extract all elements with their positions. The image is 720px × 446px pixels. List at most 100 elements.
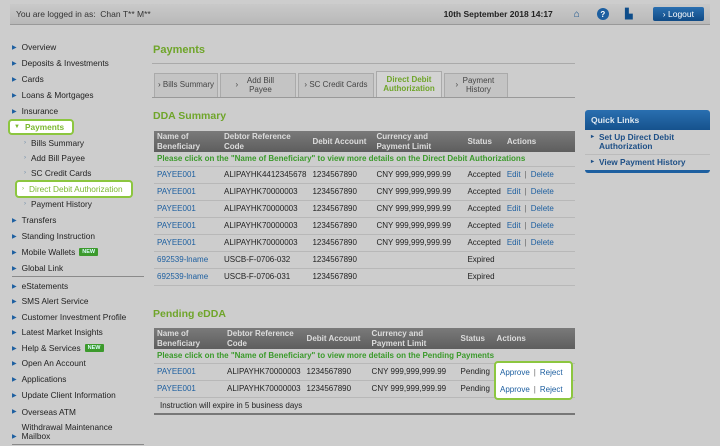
delete-link[interactable]: Delete [531,204,554,213]
delete-link[interactable]: Delete [531,170,554,179]
sidebar-divider [12,444,144,445]
approve-link[interactable]: Approve [500,368,530,377]
sidebar-item-payments[interactable]: ▼ Payments [8,119,75,135]
delete-link[interactable]: Delete [531,187,554,196]
sidebar-item-applications[interactable]: ▶ Applications [8,374,66,384]
sidebar-item-mailbox[interactable]: ▶ Mailbox [8,431,50,441]
sidebar-sub-add-bill-payee[interactable]: › Add Bill Payee [20,153,85,163]
tabs-divider [152,97,575,98]
dda-summary-title: DDA Summary [153,110,227,122]
home-icon[interactable]: ⌂ [571,8,583,20]
pending-actions-row: Approve | Reject [500,368,563,377]
edit-link[interactable]: Edit [507,187,521,196]
beneficiary-link-cell: PAYEE001 [154,234,221,252]
debit-account-cell: 1234567890 [309,217,374,235]
beneficiary-link-cell: PAYEE001 [154,380,224,398]
edit-link[interactable]: Edit [507,238,521,247]
payment-limit-cell: CNY 999,999,999.99 [373,200,465,218]
dda-note: Please click on the "Name of Beneficiary… [154,152,575,167]
beneficiary-link[interactable]: PAYEE001 [157,187,196,196]
quick-links-panel: Quick Links Set Up Direct Debit Authoriz… [585,110,710,174]
status-cell: Accepted [464,234,504,252]
table-row: 692539-lname USCB-F-0706-031 1234567890 Exp… [154,268,575,286]
approve-link[interactable]: Approve [500,385,530,394]
logout-button[interactable]: › Logout [652,7,704,21]
quick-link-payment-history[interactable]: View Payment History [585,155,710,170]
beneficiary-link[interactable]: PAYEE001 [157,384,196,393]
delete-link[interactable]: Delete [531,238,554,247]
table-header: Name of Beneficiary Debtor Reference Cod… [154,131,575,152]
reject-link[interactable]: Reject [540,368,563,377]
beneficiary-link[interactable]: 692539-lname [157,255,208,264]
pending-actions-row: Approve | Reject [500,385,563,394]
sidebar-item-loans[interactable]: ▶ Loans & Mortgages [8,90,94,100]
payment-limit-cell: CNY 999,999,999.99 [368,363,458,381]
sidebar-item-estatements[interactable]: ▶ eStatements [8,281,68,291]
payment-limit-cell: CNY 999,999,999.99 [373,217,465,235]
datetime: 10th September 2018 14:17 [443,9,553,19]
table-row: PAYEE001 ALIPAYHK70000003 1234567890 CNY 99… [154,183,575,201]
sidebar-item-insurance[interactable]: ▶ Insurance [8,106,58,116]
pending-actions-highlight: Approve | Reject Approve | Reject [494,361,573,400]
beneficiary-link[interactable]: PAYEE001 [157,238,196,247]
debit-account-cell: 1234567890 [309,200,374,218]
sidebar-item-sms-alert[interactable]: ▶ SMS Alert Service [8,296,88,306]
sidebar-item-standing-instruction[interactable]: ▶ Standing Instruction [8,231,95,241]
status-cell: Pending [457,363,494,381]
delete-link[interactable]: Delete [531,221,554,230]
beneficiary-link[interactable]: PAYEE001 [157,367,196,376]
actions-cell: Edit | Delete [503,234,575,252]
edit-link[interactable]: Edit [507,221,521,230]
sidebar-item-global-link[interactable]: ▶ Global Link [8,263,63,273]
col-actions: Actions [493,328,575,349]
quick-link-setup-dda[interactable]: Set Up Direct Debit Authorization [585,130,710,156]
sidebar-item-deposits[interactable]: ▶ Deposits & Investments [8,58,109,68]
sidebar-item-mobile-wallets[interactable]: ▶ Mobile Wallets NEW [8,247,99,257]
tab-payment-history[interactable]: › Payment History [444,73,508,97]
reference-code-cell: ALIPAYHK70000003 [221,217,310,235]
sidebar-item-help-services[interactable]: ▶ Help & Services NEW [8,343,104,353]
sidebar-divider [12,276,144,277]
beneficiary-link[interactable]: PAYEE001 [157,204,196,213]
reference-code-cell: ALIPAYHK70000003 [221,234,310,252]
beneficiary-link-cell: PAYEE001 [154,363,224,381]
edit-link[interactable]: Edit [507,204,521,213]
sidebar-item-update-client-info[interactable]: ▶ Update Client Information [8,390,116,400]
separator: | [524,204,527,213]
col-debit-account: Debit Account [309,131,374,152]
tab-add-bill-payee[interactable]: › Add Bill Payee [220,73,296,97]
page-title: Payments [153,44,205,56]
tab-sc-credit-cards[interactable]: › SC Credit Cards [298,73,374,97]
tab-bills-summary[interactable]: › Bills Summary [154,73,218,97]
sidebar-sub-sc-credit-cards[interactable]: › SC Credit Cards [20,168,91,178]
new-badge: NEW [84,344,104,352]
payment-limit-cell: CNY 999,999,999.99 [373,166,465,184]
sidebar-item-market-insights[interactable]: ▶ Latest Market Insights [8,327,103,337]
beneficiary-link[interactable]: 692539-lname [157,272,208,281]
status-cell: Expired [464,251,504,269]
col-beneficiary: Name of Beneficiary [154,131,221,152]
sidebar-sub-payment-history[interactable]: › Payment History [20,199,92,209]
col-limit: Currency and Payment Limit [373,131,465,152]
print-icon[interactable]: ▙ [623,8,635,20]
reference-code-cell: ALIPAYHK4412345678 [221,166,310,184]
actions-cell: Edit | Delete [503,217,575,235]
edit-link[interactable]: Edit [507,170,521,179]
sidebar-item-investment-profile[interactable]: ▶ Customer Investment Profile [8,312,126,322]
beneficiary-link[interactable]: PAYEE001 [157,221,196,230]
status-cell: Accepted [464,200,504,218]
sidebar-item-overview[interactable]: ▶ Overview [8,42,56,52]
sidebar-item-transfers[interactable]: ▶ Transfers [8,215,56,225]
pending-edda-title: Pending eDDA [153,308,226,320]
tab-direct-debit-authorization[interactable]: Direct Debit Authorization [376,71,442,97]
beneficiary-link[interactable]: PAYEE001 [157,170,196,179]
reject-link[interactable]: Reject [540,385,563,394]
sidebar-sub-bills-summary[interactable]: › Bills Summary [20,138,84,148]
sidebar-item-cards[interactable]: ▶ Cards [8,74,44,84]
sidebar-item-open-account[interactable]: ▶ Open An Account [8,358,86,368]
reference-code-cell: ALIPAYHK70000003 [221,183,310,201]
sidebar-sub-direct-debit-authorization[interactable]: › Direct Debit Authorization [15,180,133,198]
payment-tabs: › Bills Summary › Add Bill Payee › SC Cr… [154,71,508,97]
help-icon[interactable]: ? [596,8,609,20]
payment-limit-cell: CNY 999,999,999.99 [368,380,458,398]
